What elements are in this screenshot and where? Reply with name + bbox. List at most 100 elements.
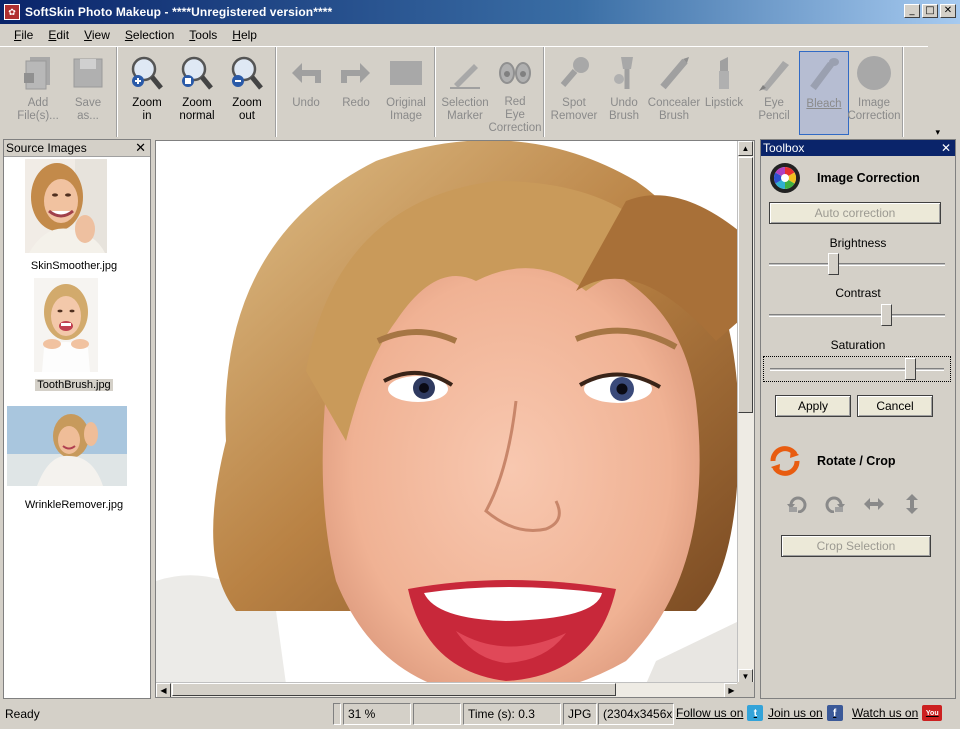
menu-edit[interactable]: Edit xyxy=(48,28,69,42)
saturation-label: Saturation xyxy=(830,338,886,352)
cancel-button[interactable]: Cancel xyxy=(857,395,933,417)
app-icon: ✿ xyxy=(4,4,20,20)
horizontal-scrollbar[interactable]: ◀ ▶ xyxy=(156,682,739,697)
status-zoom: 31 % xyxy=(343,703,411,725)
concealer-brush-button[interactable]: Concealer Brush xyxy=(647,51,701,135)
zoom-out-icon xyxy=(229,55,265,91)
contrast-slider[interactable] xyxy=(763,303,951,329)
undo-brush-label: Undo Brush xyxy=(608,97,640,122)
thumbnail-image[interactable] xyxy=(7,406,127,486)
status-time: Time (s): 0.3 xyxy=(463,703,561,725)
vertical-scrollbar[interactable]: ▲ ▼ xyxy=(737,141,754,684)
redo-button[interactable]: Redo xyxy=(331,51,381,135)
twitter-icon: t xyxy=(747,705,764,721)
menu-tools[interactable]: Tools xyxy=(189,28,217,42)
saturation-slider-thumb[interactable] xyxy=(905,358,917,380)
image-correction-button[interactable]: Image Correction xyxy=(847,51,901,135)
watch-us-link[interactable]: Watch us on You xyxy=(852,705,943,721)
lipstick-button[interactable]: Lipstick xyxy=(699,51,749,135)
auto-correction-button[interactable]: Auto correction xyxy=(769,202,941,224)
menu-view[interactable]: View xyxy=(84,28,110,42)
apply-button[interactable]: Apply xyxy=(775,395,851,417)
thumbnail-image[interactable] xyxy=(25,159,107,253)
toolbar-group: Add File(s)... Save as... xyxy=(10,47,117,137)
add-file-icon xyxy=(20,55,56,91)
menu-help[interactable]: Help xyxy=(232,28,257,42)
saturation-slider[interactable] xyxy=(763,356,951,382)
spot-remover-icon xyxy=(556,55,592,91)
brightness-slider[interactable] xyxy=(763,252,951,278)
original-image-button[interactable]: Original Image xyxy=(381,51,431,135)
original-image-icon xyxy=(388,55,424,91)
undo-button[interactable]: Undo xyxy=(281,51,331,135)
red-eye-correction-button[interactable]: Red Eye Correction xyxy=(488,51,542,135)
undo-label: Undo xyxy=(292,97,320,109)
lipstick-label: Lipstick xyxy=(704,97,744,109)
concealer-brush-label: Concealer Brush xyxy=(647,97,701,122)
brightness-slider-thumb[interactable] xyxy=(828,253,840,275)
selection-marker-icon xyxy=(447,55,483,91)
zoom-in-icon xyxy=(129,55,165,91)
status-empty xyxy=(413,703,461,725)
spot-remover-button[interactable]: Spot Remover xyxy=(549,51,599,135)
menu-bar: File Edit View Selection Tools Help xyxy=(0,24,960,45)
rotate-right-icon[interactable] xyxy=(821,490,849,518)
color-wheel-icon xyxy=(769,162,801,194)
toolbar-group: Selection Marker Red Eye Correction xyxy=(437,47,544,137)
toolbar-overflow-icon[interactable]: ▾ xyxy=(935,127,940,138)
zoom-normal-icon xyxy=(179,55,215,91)
window-title: SoftSkin Photo Makeup - ****Unregistered… xyxy=(25,5,333,19)
youtube-icon: You xyxy=(922,705,943,721)
close-button[interactable]: ✕ xyxy=(940,4,956,18)
image-correction-label: Image Correction xyxy=(847,97,901,122)
status-ready: Ready xyxy=(5,707,40,721)
facebook-icon: f xyxy=(826,705,843,721)
zoom-out-button[interactable]: Zoom out xyxy=(222,51,272,135)
contrast-slider-thumb[interactable] xyxy=(881,304,893,326)
menu-selection[interactable]: Selection xyxy=(125,28,174,42)
scroll-left-icon[interactable]: ◀ xyxy=(156,683,171,697)
horizontal-scroll-thumb[interactable] xyxy=(172,683,616,696)
zoom-in-button[interactable]: Zoom in xyxy=(122,51,172,135)
watch-us-label: Watch us on xyxy=(852,706,919,720)
thumbnail-label-2[interactable]: ToothBrush.jpg xyxy=(4,379,144,391)
toolbar-group: Spot Remover Undo Brush Concealer Brush Lip… xyxy=(546,47,903,137)
follow-us-label: Follow us on xyxy=(676,706,744,720)
source-images-header: Source Images ✕ xyxy=(4,140,150,157)
status-format: JPG xyxy=(563,703,597,725)
eye-pencil-button[interactable]: Eye Pencil xyxy=(749,51,799,135)
image-canvas[interactable]: ▲ ▼ ◀ ▶ xyxy=(155,140,755,698)
menu-file[interactable]: File xyxy=(14,28,33,42)
save-as-button[interactable]: Save as... xyxy=(63,51,113,135)
toolbox-title: Toolbox xyxy=(763,141,805,155)
scroll-up-icon[interactable]: ▲ xyxy=(738,141,753,156)
toolbar: Add File(s)... Save as... Zoom in Zoom norm… xyxy=(0,46,940,138)
thumbnail-label-3[interactable]: WrinkleRemover.jpg xyxy=(4,499,144,511)
minimize-button[interactable]: _ xyxy=(904,4,920,18)
selection-marker-button[interactable]: Selection Marker xyxy=(440,51,490,135)
maximize-button[interactable]: □ xyxy=(922,4,938,18)
eye-pencil-label: Eye Pencil xyxy=(758,97,790,122)
join-us-label: Join us on xyxy=(768,706,823,720)
red-eye-icon xyxy=(497,55,533,90)
close-icon[interactable]: ✕ xyxy=(941,140,951,156)
flip-horizontal-icon[interactable] xyxy=(860,490,888,518)
zoom-normal-button[interactable]: Zoom normal xyxy=(172,51,222,135)
toolbox-panel: Toolbox ✕ Image Correction Auto correcti… xyxy=(760,139,956,699)
add-files-button[interactable]: Add File(s)... xyxy=(13,51,63,135)
close-icon[interactable]: ✕ xyxy=(135,140,146,156)
bleach-icon xyxy=(806,56,842,92)
join-us-link[interactable]: Join us on f xyxy=(768,705,843,721)
rotate-left-icon[interactable] xyxy=(783,490,811,518)
undo-brush-button[interactable]: Undo Brush xyxy=(599,51,649,135)
thumbnail-image[interactable] xyxy=(34,278,98,372)
source-images-title: Source Images xyxy=(6,141,87,155)
crop-selection-button[interactable]: Crop Selection xyxy=(781,535,931,557)
follow-us-link[interactable]: Follow us on t xyxy=(676,705,764,721)
flip-vertical-icon[interactable] xyxy=(898,490,926,518)
zoom-normal-label: Zoom normal xyxy=(179,97,215,122)
redo-icon xyxy=(338,55,374,91)
vertical-scroll-thumb[interactable] xyxy=(738,157,753,413)
bleach-button[interactable]: Bleach xyxy=(799,51,849,135)
thumbnail-label-1[interactable]: SkinSmoother.jpg xyxy=(4,260,144,272)
